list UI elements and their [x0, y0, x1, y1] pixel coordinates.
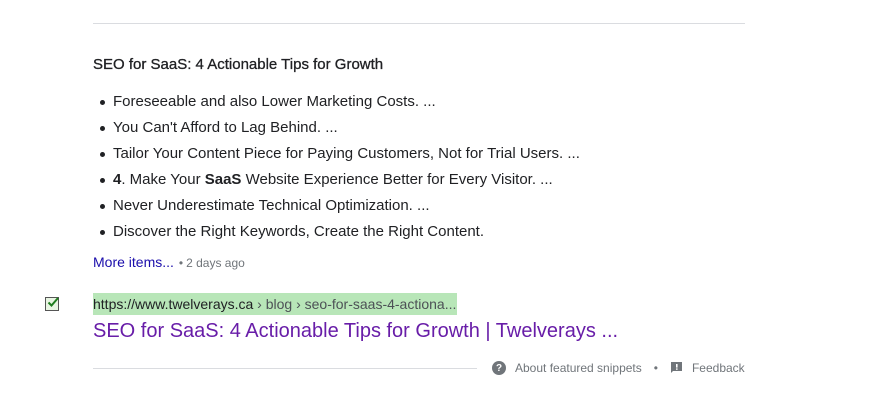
bottom-divider [93, 368, 477, 369]
list-item-text: Never Underestimate Technical Optimizati… [113, 197, 430, 214]
top-divider [93, 23, 745, 24]
list-item-text: Tailor Your Content Piece for Paying Cus… [113, 145, 580, 162]
result-title-link[interactable]: SEO for SaaS: 4 Actionable Tips for Grow… [93, 318, 618, 344]
snippet-list-item: Discover the Right Keywords, Create the … [100, 219, 580, 245]
result-url-breadcrumb[interactable]: https://www.twelverays.ca › blog › seo-f… [93, 293, 458, 315]
footer-separator: • [653, 361, 658, 375]
list-item-text: Foreseeable and also Lower Marketing Cos… [113, 93, 436, 110]
list-item-bold-keyword: SaaS [204, 171, 242, 188]
list-item-text: . Make Your [121, 171, 205, 188]
snippet-list: Foreseeable and also Lower Marketing Cos… [93, 89, 580, 245]
list-item-text: Discover the Right Keywords, Create the … [113, 223, 485, 240]
url-domain: https://www.twelverays.ca [93, 296, 254, 312]
about-featured-snippets-link[interactable]: About featured snippets [515, 361, 642, 375]
url-path: › blog › seo-for-saas-4-actiona... [253, 296, 457, 312]
snippet-list-item: Foreseeable and also Lower Marketing Cos… [100, 89, 580, 115]
snippet-list-item: 4. Make Your SaaS Website Experience Bet… [100, 167, 580, 193]
snippet-footer: ? About featured snippets • Feedback [492, 359, 745, 377]
snippet-list-item: Never Underestimate Technical Optimizati… [100, 193, 580, 219]
feedback-link[interactable]: Feedback [692, 361, 745, 375]
help-circle-icon: ? [492, 361, 506, 375]
more-items-link[interactable]: More items... [93, 254, 174, 270]
list-item-text: Website Experience Better for Every Visi… [241, 171, 553, 188]
snippet-date: 2 days ago [186, 256, 245, 270]
more-items-row: More items... • 2 days ago [93, 254, 245, 270]
feedback-icon [670, 362, 683, 374]
snippet-list-item: Tailor Your Content Piece for Paying Cus… [100, 141, 580, 167]
snippet-title: SEO for SaaS: 4 Actionable Tips for Grow… [93, 56, 384, 73]
list-item-text: You Can't Afford to Lag Behind. ... [113, 119, 338, 136]
featured-snippet-page: SEO for SaaS: 4 Actionable Tips for Grow… [0, 0, 873, 407]
snippet-list-item: You Can't Afford to Lag Behind. ... [100, 115, 580, 141]
checkbox-checked-icon[interactable] [45, 297, 59, 311]
separator-dot: • [178, 256, 184, 270]
